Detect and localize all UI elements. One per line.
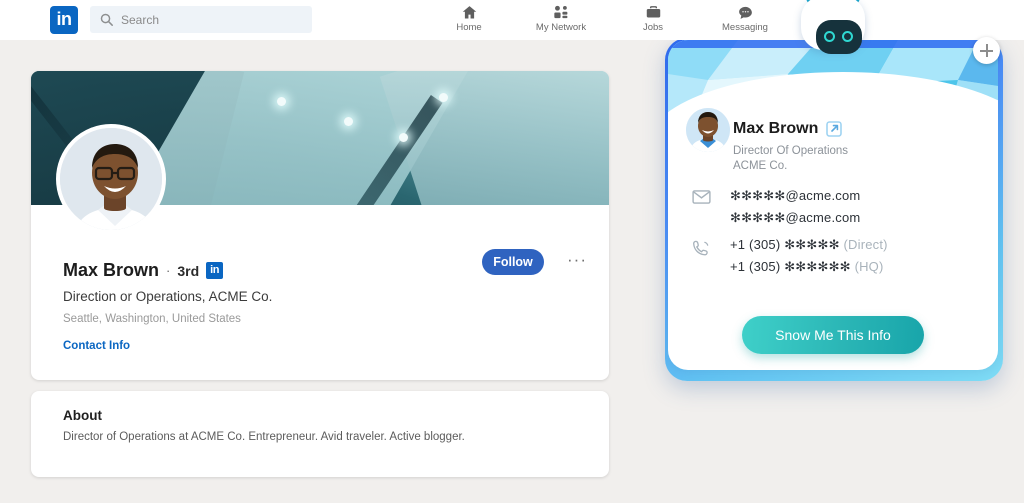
contact-details-block: ✻✻✻✻✻@acme.com ✻✻✻✻✻@acme.com +1 (305) ✻… <box>690 188 980 286</box>
nav-item-home-label: Home <box>456 22 482 33</box>
plus-button-icon[interactable] <box>973 37 1000 64</box>
contact-subtitle: Director Of Operations ACME Co. <box>733 144 848 174</box>
nav-items: Home My Network Jobs Messaging <box>436 2 778 33</box>
profile-card: Max Brown · 3rd in Direction or Operatio… <box>31 71 609 380</box>
contact-info-link[interactable]: Contact Info <box>63 340 130 352</box>
people-icon <box>552 2 570 21</box>
nav-item-my-network-label: My Network <box>535 22 587 33</box>
email-values: ✻✻✻✻✻@acme.com ✻✻✻✻✻@acme.com <box>730 188 860 226</box>
phone-values: +1 (305) ✻✻✻✻✻ (Direct) +1 (305) ✻✻✻✻✻✻ … <box>730 237 888 275</box>
connection-degree: 3rd <box>177 262 200 279</box>
envelope-icon <box>690 188 712 204</box>
external-link-icon[interactable] <box>826 121 843 137</box>
email-value-1[interactable]: ✻✻✻✻✻@acme.com <box>730 188 860 204</box>
contact-name-row: Max Brown <box>733 120 843 138</box>
show-me-this-info-button[interactable]: Snow Me This Info <box>742 316 924 354</box>
phone-tag-1: (Direct) <box>843 237 888 252</box>
page-title: Max Brown <box>63 260 160 280</box>
phone-value-1[interactable]: +1 (305) ✻✻✻✻✻ (Direct) <box>730 237 888 253</box>
nav-item-home[interactable]: Home <box>436 2 502 33</box>
banner-light-1 <box>277 97 286 106</box>
phone-number-2: +1 (305) ✻✻✻✻✻✻ <box>730 259 851 274</box>
home-icon <box>461 2 478 21</box>
linkedin-badge-icon: in <box>206 262 224 279</box>
contact-reveal-card: Max Brown Director Of Operations ACME Co… <box>668 40 998 370</box>
search-icon <box>100 13 113 26</box>
nav-item-my-network[interactable]: My Network <box>528 2 594 33</box>
avatar[interactable] <box>56 124 166 234</box>
nav-item-messaging-label: Messaging <box>722 22 768 33</box>
phone-value-2[interactable]: +1 (305) ✻✻✻✻✻✻ (HQ) <box>730 259 888 275</box>
contact-job-title: Director Of Operations <box>733 145 849 157</box>
contact-avatar <box>686 108 730 152</box>
phone-number-1: +1 (305) ✻✻✻✻✻ <box>730 237 840 252</box>
robot-head <box>801 0 865 54</box>
banner-light-2 <box>344 117 353 126</box>
nav-item-jobs-label: Jobs <box>642 22 664 33</box>
banner-light-3 <box>399 133 408 142</box>
briefcase-icon <box>645 2 662 21</box>
nav-item-jobs[interactable]: Jobs <box>620 2 686 33</box>
linkedin-logo-icon[interactable]: in <box>50 6 78 34</box>
more-options-button[interactable]: ··· <box>567 251 587 268</box>
profile-location: Seattle, Washington, United States <box>63 313 241 325</box>
chat-bubble-icon <box>737 2 754 21</box>
phone-tag-2: (HQ) <box>854 259 884 274</box>
follow-button[interactable]: Follow <box>482 249 544 275</box>
email-value-2[interactable]: ✻✻✻✻✻@acme.com <box>730 210 860 226</box>
search-input[interactable]: Search <box>90 6 312 33</box>
about-card: About Director of Operations at ACME Co.… <box>31 391 609 477</box>
banner-light-4 <box>439 93 448 102</box>
robot-mascot-icon[interactable] <box>795 0 871 54</box>
robot-eye-left-icon <box>824 31 835 42</box>
contact-name: Max Brown <box>733 120 819 137</box>
about-title: About <box>63 408 102 423</box>
about-text: Director of Operations at ACME Co. Entre… <box>63 431 465 443</box>
email-row: ✻✻✻✻✻@acme.com ✻✻✻✻✻@acme.com <box>690 188 980 226</box>
contact-company: ACME Co. <box>733 160 788 172</box>
phone-row: +1 (305) ✻✻✻✻✻ (Direct) +1 (305) ✻✻✻✻✻✻ … <box>690 237 980 275</box>
phone-icon <box>690 237 712 258</box>
name-separator: · <box>166 263 171 278</box>
profile-headline: Direction or Operations, ACME Co. <box>63 289 273 304</box>
search-placeholder: Search <box>121 12 160 27</box>
robot-eye-right-icon <box>842 31 853 42</box>
nav-item-messaging[interactable]: Messaging <box>712 2 778 33</box>
robot-face <box>816 20 862 54</box>
